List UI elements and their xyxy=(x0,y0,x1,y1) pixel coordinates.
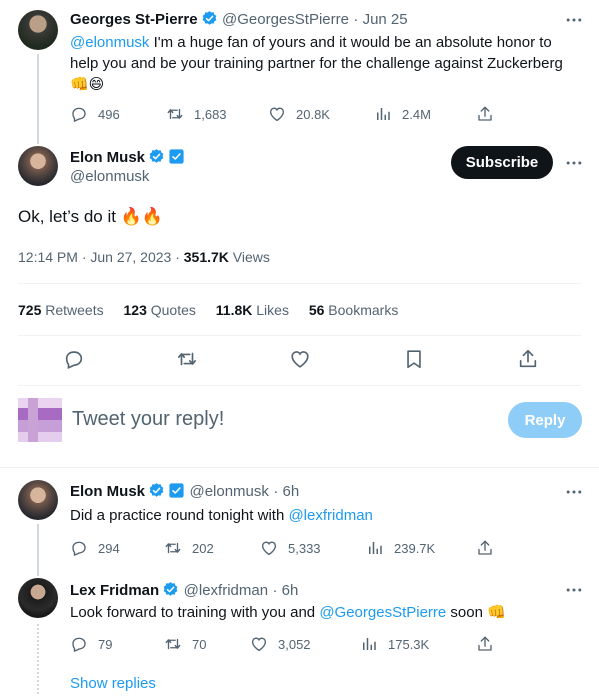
main-tweet-actions xyxy=(0,348,599,374)
share-button[interactable] xyxy=(476,635,494,653)
share-icon[interactable] xyxy=(517,348,539,370)
thread-line xyxy=(37,524,39,576)
retweet-icon xyxy=(164,539,182,557)
timestamp-row: 12:14 PM · Jun 27, 2023 · 351.7K Views xyxy=(18,249,270,265)
views-button[interactable]: 2.4M xyxy=(374,105,431,123)
retweet-icon xyxy=(164,635,182,653)
verified-badge-icon xyxy=(162,581,179,598)
reply-submit-button[interactable]: Reply xyxy=(508,402,582,438)
bookmarks-stat[interactable]: 56 Bookmarks xyxy=(309,302,399,318)
more-options-icon[interactable] xyxy=(564,482,584,502)
timestamp[interactable]: 12:14 PM · Jun 27, 2023 · xyxy=(18,249,184,265)
tweet-date[interactable]: · 6h xyxy=(273,582,299,599)
stats-row: 725 Retweets 123 Quotes 11.8K Likes 56 B… xyxy=(18,302,398,318)
mention-link[interactable]: @elonmusk xyxy=(70,34,149,51)
retweet-button[interactable]: 1,683 xyxy=(166,105,227,123)
avatar-elon[interactable] xyxy=(18,146,58,186)
like-button[interactable]: 3,052 xyxy=(250,635,311,653)
heart-icon[interactable] xyxy=(289,348,311,370)
heart-icon xyxy=(260,539,278,557)
retweet-icon xyxy=(166,105,184,123)
views-icon xyxy=(374,105,392,123)
author-name[interactable]: Georges St-Pierre xyxy=(70,11,198,28)
divider xyxy=(18,385,581,386)
retweet-icon[interactable] xyxy=(176,348,198,370)
share-icon xyxy=(476,105,494,123)
divider xyxy=(18,283,581,284)
avatar-gsp[interactable] xyxy=(18,10,58,50)
share-button[interactable] xyxy=(476,539,494,557)
reply-icon xyxy=(70,105,88,123)
tweet-actions: 79 70 3,052 175.3K xyxy=(70,634,579,654)
affiliate-badge-icon xyxy=(168,482,185,499)
reply-button[interactable]: 79 xyxy=(70,635,112,653)
emoji: 👊😄 xyxy=(70,76,105,93)
author-name[interactable]: Elon Musk xyxy=(70,149,145,166)
tweet-text: @elonmusk I'm a huge fan of yours and it… xyxy=(70,34,563,93)
verified-badge-icon xyxy=(148,482,165,499)
avatar-current-user[interactable] xyxy=(18,398,62,442)
author-handle[interactable]: @GeorgesStPierre xyxy=(222,11,349,28)
author-handle[interactable]: @lexfridman xyxy=(184,582,268,599)
quotes-stat[interactable]: 123 Quotes xyxy=(124,302,196,318)
thread-line xyxy=(37,54,39,144)
reply-icon xyxy=(70,539,88,557)
subscribe-button[interactable]: Subscribe xyxy=(451,146,553,179)
retweet-button[interactable]: 202 xyxy=(164,539,214,557)
tweet-actions: 294 202 5,333 239.7K xyxy=(70,538,579,558)
like-button[interactable]: 5,333 xyxy=(260,539,321,557)
emoji: 👊 xyxy=(487,604,506,621)
share-button[interactable] xyxy=(476,105,494,123)
tweet-text: Ok, let’s do it 🔥🔥 xyxy=(18,207,164,226)
author-handle[interactable]: @elonmusk xyxy=(189,483,268,500)
views-icon xyxy=(366,539,384,557)
reply-button[interactable]: 294 xyxy=(70,539,120,557)
author-name[interactable]: Elon Musk xyxy=(70,483,145,500)
more-options-icon[interactable] xyxy=(564,580,584,600)
share-icon xyxy=(476,635,494,653)
tweet-actions: 496 1,683 20.8K 2.4M xyxy=(70,104,579,124)
thread-line xyxy=(37,624,39,694)
author-handle[interactable]: @elonmusk xyxy=(70,168,149,185)
avatar-elon[interactable] xyxy=(18,480,58,520)
author-name[interactable]: Lex Fridman xyxy=(70,582,159,599)
avatar-lex[interactable] xyxy=(18,578,58,618)
heart-icon xyxy=(250,635,268,653)
verified-badge-icon xyxy=(201,10,218,27)
likes-stat[interactable]: 11.8K Likes xyxy=(216,302,289,318)
tweet-date[interactable]: · Jun 25 xyxy=(353,11,407,28)
views-count: 351.7K xyxy=(183,249,229,265)
retweets-stat[interactable]: 725 Retweets xyxy=(18,302,104,318)
mention-link[interactable]: @lexfridman xyxy=(288,507,372,524)
views-button[interactable]: 175.3K xyxy=(360,635,429,653)
bookmark-icon[interactable] xyxy=(403,348,425,370)
views-button[interactable]: 239.7K xyxy=(366,539,435,557)
retweet-button[interactable]: 70 xyxy=(164,635,206,653)
views-icon xyxy=(360,635,378,653)
tweet-date[interactable]: · 6h xyxy=(273,483,299,500)
reply-button[interactable]: 496 xyxy=(70,105,120,123)
share-icon xyxy=(476,539,494,557)
reply-input[interactable]: Tweet your reply! xyxy=(72,408,432,431)
reply-icon xyxy=(70,635,88,653)
more-options-icon[interactable] xyxy=(564,10,584,30)
heart-icon xyxy=(268,105,286,123)
section-divider xyxy=(0,467,599,468)
reply-icon[interactable] xyxy=(63,348,85,370)
divider xyxy=(18,335,581,336)
tweet-text: Did a practice round tonight with @lexfr… xyxy=(70,507,373,524)
more-options-icon[interactable] xyxy=(564,153,584,173)
show-replies-link[interactable]: Show replies xyxy=(70,675,156,692)
affiliate-badge-icon xyxy=(168,148,185,165)
fire-emoji: 🔥🔥 xyxy=(120,207,164,226)
mention-link[interactable]: @GeorgesStPierre xyxy=(319,604,446,621)
like-button[interactable]: 20.8K xyxy=(268,105,330,123)
tweet-text: Look forward to training with you and @G… xyxy=(70,604,506,621)
verified-badge-icon xyxy=(148,148,165,165)
